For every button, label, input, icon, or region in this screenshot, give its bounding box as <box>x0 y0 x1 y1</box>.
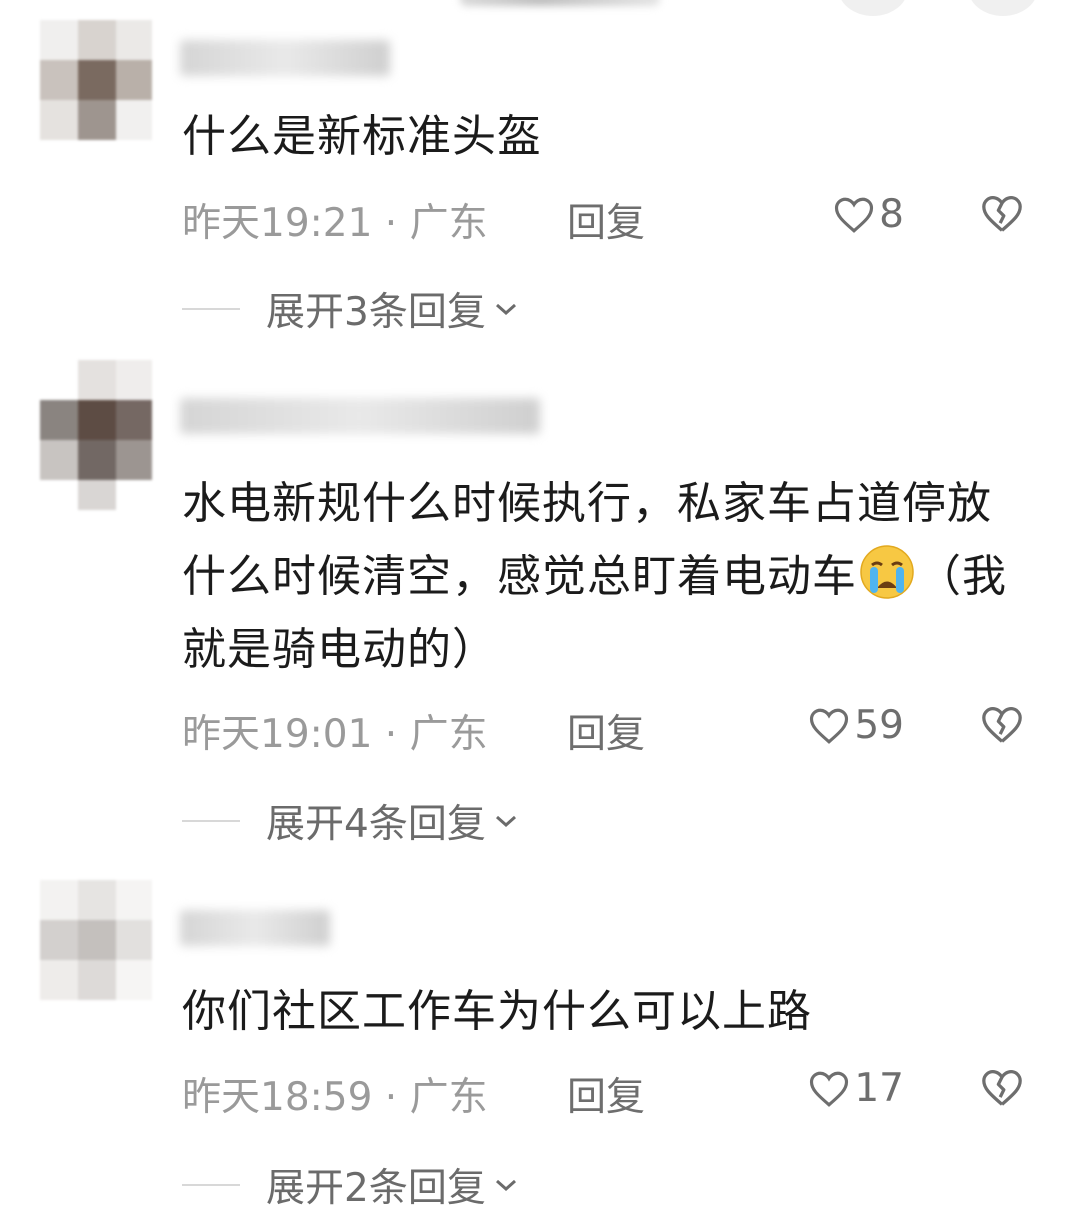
chevron-down-icon <box>495 303 516 316</box>
expand-replies-button[interactable]: 展开4条回复 <box>182 796 520 847</box>
like-button[interactable]: 17 <box>808 1066 904 1111</box>
like-button[interactable]: 8 <box>833 192 904 237</box>
comment-text: 什么是新标准头盔 <box>182 111 542 162</box>
avatar[interactable] <box>40 20 152 150</box>
like-button[interactable]: 59 <box>808 703 904 748</box>
username-blurred[interactable] <box>180 910 330 946</box>
avatar[interactable] <box>40 880 152 1010</box>
header-button-right[interactable] <box>968 0 1038 16</box>
reply-button[interactable]: 回复 <box>567 192 645 248</box>
reply-button[interactable]: 回复 <box>567 703 645 759</box>
like-count: 17 <box>854 1066 904 1111</box>
expand-replies-label: 展开3条回复 <box>266 290 486 335</box>
divider-line <box>182 820 240 822</box>
like-count: 8 <box>879 192 904 237</box>
timestamp-location: 昨天18:59 · 广东 <box>182 1075 488 1120</box>
broken-heart-icon[interactable] <box>980 705 1024 745</box>
expand-replies-button[interactable]: 展开3条回复 <box>182 284 520 335</box>
like-count: 59 <box>854 703 904 748</box>
avatar[interactable] <box>40 360 152 510</box>
heart-icon <box>810 1071 849 1107</box>
comment-text: 水电新规什么时候执行，私家车占道停放什么时候清空，感觉总盯着电动车 （我就是骑电动… <box>182 467 1022 686</box>
expand-replies-button[interactable]: 展开2条回复 <box>182 1160 520 1211</box>
timestamp-location: 昨天19:01 · 广东 <box>182 712 488 757</box>
broken-heart-icon[interactable] <box>980 194 1024 234</box>
broken-heart-icon[interactable] <box>980 1068 1024 1108</box>
crying-face-emoji-icon <box>860 545 914 599</box>
header-title-blurred <box>460 0 660 6</box>
heart-icon <box>835 197 874 233</box>
timestamp-location: 昨天19:21 · 广东 <box>182 201 488 246</box>
chevron-down-icon <box>495 815 516 828</box>
comment-meta: 昨天19:21 · 广东 回复 8 <box>182 192 1042 246</box>
divider-line <box>182 1184 240 1186</box>
comment-text: 你们社区工作车为什么可以上路 <box>182 986 812 1037</box>
expand-replies-label: 展开4条回复 <box>266 802 486 847</box>
divider-line <box>182 308 240 310</box>
reply-button[interactable]: 回复 <box>567 1066 645 1122</box>
comment-meta: 昨天19:01 · 广东 回复 59 <box>182 703 1042 757</box>
heart-icon <box>810 708 849 744</box>
expand-replies-label: 展开2条回复 <box>266 1166 486 1211</box>
comment-meta: 昨天18:59 · 广东 回复 17 <box>182 1066 1042 1120</box>
username-blurred[interactable] <box>180 40 390 76</box>
header-button-left[interactable] <box>838 0 908 16</box>
chevron-down-icon <box>495 1179 516 1192</box>
username-blurred[interactable] <box>180 398 540 434</box>
